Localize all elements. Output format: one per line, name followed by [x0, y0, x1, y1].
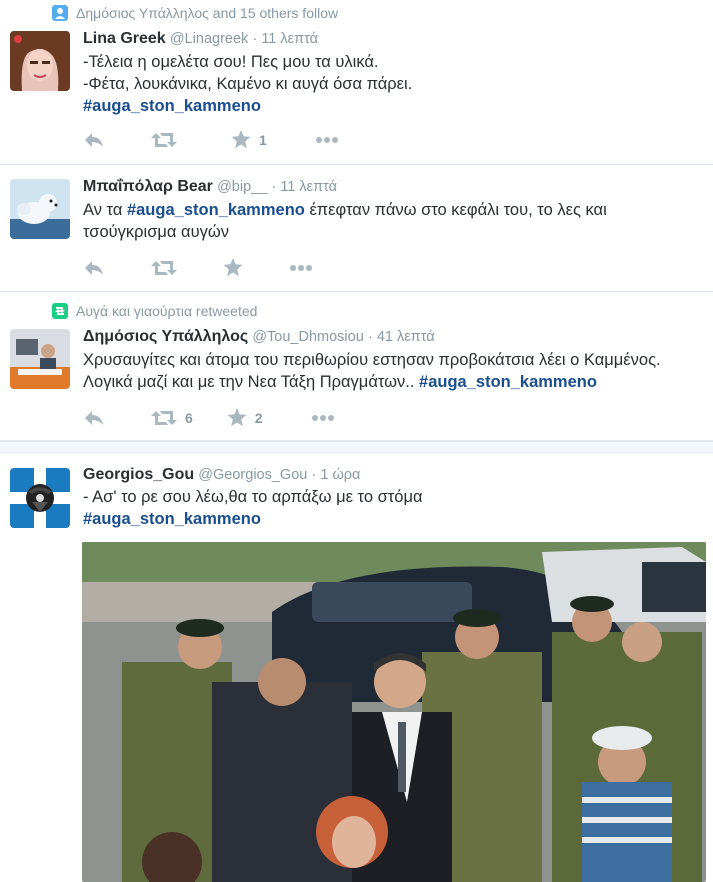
tweet-actions: 1 — [83, 130, 385, 149]
timestamp[interactable]: 1 ώρα — [320, 467, 360, 483]
username[interactable]: @Tou_Dhmosiou — [252, 329, 363, 345]
display-name[interactable]: Μπαΐπόλαρ Bear — [83, 178, 213, 195]
tweet-text: -Τέλεια η ομελέτα σου! Πες μου τα υλικά.… — [83, 51, 703, 117]
more-button[interactable] — [289, 264, 313, 272]
tweet[interactable]: Μπαΐπόλαρ Bear @bip__ · 11 λεπτά Αν τα #… — [0, 165, 713, 292]
timestamp[interactable]: 11 λεπτά — [261, 31, 318, 47]
retweet-button[interactable] — [151, 259, 177, 277]
display-name[interactable]: Lina Greek — [83, 30, 166, 47]
tweet-text-line: τσούγκρισμα αυγών — [83, 223, 229, 241]
like-button[interactable]: 2 — [227, 408, 263, 427]
person-icon — [52, 5, 68, 21]
stream-divider — [0, 441, 713, 453]
timestamp[interactable]: 41 λεπτά — [377, 329, 435, 345]
display-name[interactable]: Δημόσιος Υπάλληλος — [83, 328, 248, 345]
retweet-icon — [151, 132, 177, 147]
like-button[interactable]: 1 — [231, 130, 267, 149]
retweet-button[interactable] — [151, 131, 185, 149]
tweet-text: Χρυσαυγίτες και άτομα του περιθωρίου εστ… — [83, 349, 703, 393]
tweet[interactable]: Αυγά και γιαούρτια retweeted Δημόσιος Υπ… — [0, 292, 713, 441]
reply-button[interactable] — [83, 259, 105, 277]
hashtag-link[interactable]: #auga_ston_kammeno — [419, 373, 597, 391]
more-button[interactable] — [315, 136, 339, 144]
hashtag-link[interactable]: #auga_ston_kammeno — [127, 201, 305, 219]
more-dots-icon — [290, 264, 312, 271]
like-count: 2 — [254, 409, 263, 426]
tweet-text-segment: έπεφταν πάνω στο κεφάλι του, το λες και — [304, 201, 607, 219]
retweet-button[interactable]: 6 — [151, 409, 193, 427]
tweet-actions — [83, 258, 359, 277]
tweet-photo[interactable] — [82, 542, 706, 882]
more-button[interactable] — [311, 414, 335, 422]
tweet[interactable]: Δημόσιος Υπάλληλος and 15 others follow … — [0, 0, 713, 165]
tweet-header: Μπαΐπόλαρ Bear @bip__ · 11 λεπτά — [83, 178, 338, 195]
tweet-text-line: Χρυσαυγίτες και άτομα του περιθωρίου εστ… — [83, 351, 661, 369]
retweet-icon — [52, 303, 68, 319]
tweet-text: - Ασ' το ρε σου λέω,θα το αρπάξω με το σ… — [83, 486, 703, 530]
avatar[interactable] — [10, 329, 70, 389]
retweet-icon — [151, 410, 177, 425]
social-context-text: Αυγά και γιαούρτια retweeted — [76, 303, 258, 319]
display-name[interactable]: Georgios_Gou — [83, 466, 194, 483]
tweet[interactable]: Georgios_Gou @Georgios_Gou · 1 ώρα - Ασ'… — [0, 453, 713, 882]
retweet-count: 6 — [185, 409, 193, 426]
tweet-text-line: -Τέλεια η ομελέτα σου! Πες μου τα υλικά. — [83, 53, 379, 71]
star-icon — [223, 258, 243, 277]
tweet-text-line: - Ασ' το ρε σου λέω,θα το αρπάξω με το σ… — [83, 488, 423, 506]
social-context-text: Δημόσιος Υπάλληλος and 15 others follow — [76, 5, 339, 21]
avatar[interactable] — [10, 468, 70, 528]
tweet-text-line: -Φέτα, λουκάνικα, Καμένο κι αυγά όσα πάρ… — [83, 75, 413, 93]
hashtag-link[interactable]: #auga_ston_kammeno — [83, 510, 261, 528]
tweet-text: Αν τα #auga_ston_kammeno έπεφταν πάνω στ… — [83, 199, 703, 243]
reply-button[interactable] — [83, 409, 105, 427]
like-button[interactable] — [223, 258, 243, 277]
star-icon — [227, 408, 247, 427]
tweet-actions: 6 2 — [83, 408, 381, 427]
tweet-header: Georgios_Gou @Georgios_Gou · 1 ώρα — [83, 466, 361, 483]
reply-button[interactable] — [83, 131, 105, 149]
like-count: 1 — [259, 131, 267, 148]
reply-icon — [85, 260, 103, 275]
tweet-header: Δημόσιος Υπάλληλος @Tou_Dhmosiou · 41 λε… — [83, 328, 435, 345]
reply-icon — [85, 132, 103, 147]
hashtag-link[interactable]: #auga_ston_kammeno — [83, 97, 261, 115]
retweet-icon — [151, 260, 177, 275]
tweet-text-segment: Αν τα — [83, 201, 127, 219]
reply-icon — [85, 410, 103, 425]
star-icon — [231, 130, 251, 149]
social-context: Αυγά και γιαούρτια retweeted — [52, 303, 257, 319]
username[interactable]: @Georgios_Gou — [198, 467, 307, 483]
username[interactable]: @Linagreek — [170, 31, 248, 47]
timestamp[interactable]: 11 λεπτά — [280, 179, 337, 195]
tweet-text-segment: Λογικά μαζί και με την Νεα Τάξη Πραγμάτω… — [83, 373, 420, 391]
more-dots-icon — [311, 414, 334, 421]
avatar[interactable] — [10, 179, 70, 239]
tweet-header: Lina Greek @Linagreek · 11 λεπτά — [83, 30, 319, 47]
more-dots-icon — [315, 136, 338, 143]
social-context: Δημόσιος Υπάλληλος and 15 others follow — [52, 5, 338, 21]
avatar[interactable] — [10, 31, 70, 91]
username[interactable]: @bip__ — [217, 179, 267, 195]
